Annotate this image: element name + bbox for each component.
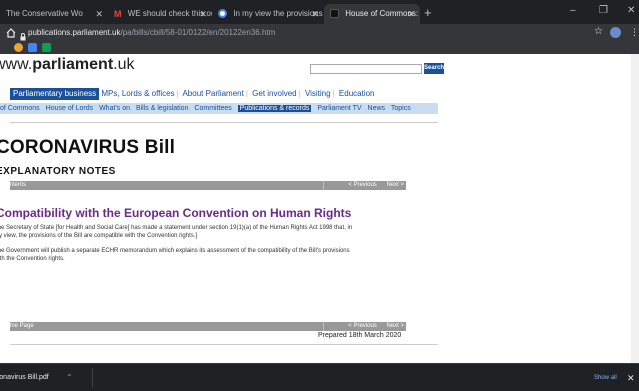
previous-link-bottom[interactable]: < Previous	[348, 322, 377, 331]
show-all-button[interactable]: Show all	[594, 372, 617, 384]
paragraph-1: The Secretary of State [for Health and S…	[0, 224, 414, 240]
logo-prefix: www.	[0, 56, 33, 73]
browser-tab-strip: The Conservative Wo ✕ M WE should check …	[0, 0, 639, 24]
home-page-link[interactable]: Home Page	[2, 323, 34, 329]
browser-tab-3[interactable]: In my view the provisions of the ✕	[212, 4, 324, 24]
downloads-divider	[92, 368, 93, 388]
chevron-up-icon[interactable]: ⌃	[66, 371, 73, 385]
prepared-date: Prepared 18th March 2020	[318, 332, 402, 339]
next-link[interactable]: Next >	[386, 181, 404, 190]
url-domain: publications.parliament.uk	[28, 28, 121, 37]
page-title: CORONAVIRUS Bill	[0, 137, 176, 158]
tab-title: In my view the provisions of the	[233, 9, 324, 18]
parliament-favicon-icon	[330, 9, 339, 19]
tab-title: The Conservative Wo	[6, 9, 83, 18]
nav-mps-lords[interactable]: MPs, Lords & offices	[101, 89, 174, 98]
tab-close-icon[interactable]: ✕	[95, 4, 103, 24]
logo-main: parliament	[32, 56, 114, 73]
logo-suffix: .uk	[113, 56, 135, 73]
browser-tab-1[interactable]: The Conservative Wo ✕	[0, 4, 108, 24]
paragraph-1-line-2: my view, the provisions of the Bill are …	[0, 233, 198, 239]
parliament-logo[interactable]: www.parliament.uk	[0, 56, 135, 74]
nav-education[interactable]: Education	[339, 89, 375, 98]
search-button[interactable]: Search	[424, 63, 444, 74]
gmail-icon: M	[114, 9, 122, 19]
browser-tab-2[interactable]: M WE should check this out - sent ✕	[108, 4, 212, 24]
nav-separator: |	[245, 89, 248, 98]
nav2-parliament-tv[interactable]: Parliament TV	[317, 105, 361, 112]
downloads-bar: Coronavirus Bill.pdf ⌃ Show all ✕	[0, 363, 639, 391]
profile-avatar[interactable]	[610, 27, 621, 38]
nav-about[interactable]: About Parliament	[182, 89, 243, 98]
tab-close-icon[interactable]: ✕	[311, 4, 319, 24]
page-scrollbar[interactable]	[631, 54, 639, 363]
contents-link[interactable]: Contents	[2, 182, 26, 188]
nav2-bills[interactable]: Bills & legislation	[136, 105, 189, 112]
download-item-filename[interactable]: Coronavirus Bill.pdf	[0, 371, 49, 385]
browser-tab-4-active[interactable]: House of Commons: CORONAVIR ✕	[324, 4, 420, 24]
nav2-lords[interactable]: House of Lords	[46, 105, 93, 112]
bookmark-1-icon[interactable]	[14, 43, 23, 52]
previous-link[interactable]: < Previous	[348, 181, 377, 190]
bookmarks-bar	[0, 41, 639, 54]
primary-nav: Parliamentary business MPs, Lords & offi…	[10, 88, 438, 100]
bookmark-star-icon[interactable]: ☆	[594, 26, 603, 38]
address-bar[interactable]: publications.parliament.uk/pa/bills/cbil…	[28, 24, 275, 41]
nav2-commons[interactable]: of Commons	[0, 105, 40, 112]
bar-separator	[323, 322, 324, 331]
menu-icon[interactable]: ⋮	[630, 26, 639, 38]
google-icon	[218, 9, 227, 19]
nav-visiting[interactable]: Visiting	[305, 89, 331, 98]
secondary-nav: of Commons House of Lords What's on Bill…	[0, 103, 438, 114]
nav-separator: |	[298, 89, 301, 98]
restore-button[interactable]: ❐	[599, 2, 608, 20]
nav-separator: |	[176, 89, 179, 98]
nav2-whats-on[interactable]: What's on	[99, 105, 130, 112]
nav-separator: |	[332, 89, 335, 98]
paragraph-2-line-1: The Government will publish a separate E…	[0, 248, 350, 254]
next-link-bottom[interactable]: Next >	[386, 322, 404, 331]
tab-close-icon[interactable]: ✕	[199, 4, 207, 24]
home-icon[interactable]	[5, 26, 17, 38]
nav-parliamentary-business[interactable]: Parliamentary business	[10, 88, 100, 100]
bookmark-2-icon[interactable]	[28, 43, 37, 52]
close-downloads-icon[interactable]: ✕	[627, 372, 635, 384]
close-window-button[interactable]: ✕	[627, 2, 635, 20]
page-subtitle: EXPLANATORY NOTES	[0, 166, 116, 177]
new-tab-button[interactable]: +	[424, 4, 432, 22]
divider	[10, 344, 438, 345]
nav-get-involved[interactable]: Get involved	[252, 89, 296, 98]
lock-icon[interactable]	[20, 28, 26, 41]
web-page: www.parliament.uk Search Parliamentary b…	[0, 54, 639, 363]
divider	[10, 122, 438, 123]
paragraph-2: The Government will publish a separate E…	[0, 247, 414, 263]
bar-separator	[323, 181, 324, 190]
bottom-navigation-bar: Home Page < Previous Next >	[2, 322, 406, 331]
browser-toolbar: publications.parliament.uk/pa/bills/cbil…	[0, 24, 639, 41]
search-input[interactable]	[310, 64, 422, 74]
nav2-news[interactable]: News	[368, 105, 386, 112]
nav2-topics[interactable]: Topics	[391, 105, 411, 112]
tab-close-icon[interactable]: ✕	[407, 4, 415, 24]
nav2-publications[interactable]: Publications & records	[237, 105, 312, 112]
paragraph-1-line-1: The Secretary of State [for Health and S…	[0, 225, 353, 231]
minimize-button[interactable]: –	[570, 2, 576, 20]
bookmark-3-icon[interactable]	[42, 43, 51, 52]
top-navigation-bar: Contents < Previous Next >	[2, 181, 406, 190]
paragraph-2-line-2: with the Convention rights.	[0, 256, 65, 262]
section-heading: Compatibility with the European Conventi…	[0, 206, 352, 220]
url-path: /pa/bills/cbill/58-01/0122/en/20122en36.…	[120, 28, 276, 37]
nav2-committees[interactable]: Committees	[194, 105, 231, 112]
